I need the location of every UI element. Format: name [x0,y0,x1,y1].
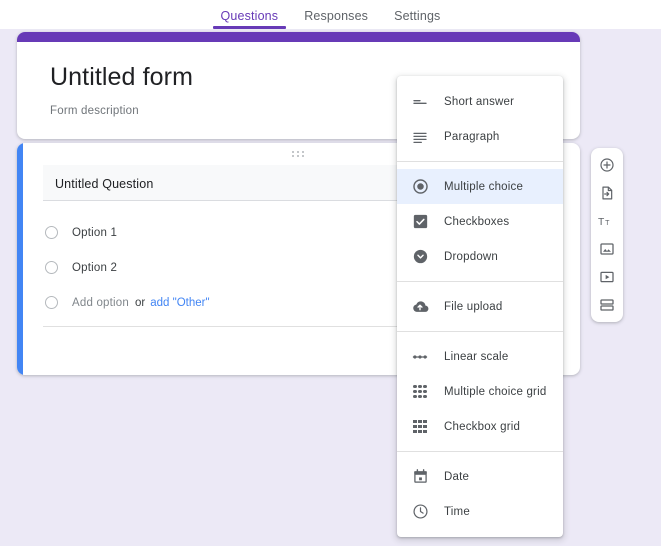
radio-button-icon [45,296,58,309]
menu-separator [397,281,563,282]
cloud-upload-icon [409,296,431,318]
tab-responses-label: Responses [304,9,368,23]
menu-item-label: Dropdown [444,251,498,263]
radio-button-icon [45,261,58,274]
menu-item-label: Short answer [444,96,514,108]
import-questions-icon[interactable] [594,182,620,204]
menu-separator [397,451,563,452]
clock-icon [409,501,431,523]
menu-item-file-upload[interactable]: File upload [397,289,563,324]
menu-separator [397,161,563,162]
option-label[interactable]: Option 2 [72,262,117,274]
dropdown-icon [409,246,431,268]
tab-questions-label: Questions [221,9,279,23]
radio-button-icon [45,226,58,239]
checkbox-grid-icon [409,416,431,438]
tab-settings[interactable]: Settings [381,0,453,29]
linear-scale-icon [409,346,431,368]
short-answer-icon [409,91,431,113]
radio-button-icon [409,176,431,198]
add-image-icon[interactable] [594,238,620,260]
question-card-accent [17,143,23,375]
menu-item-label: File upload [444,301,502,313]
menu-item-label: Time [444,506,470,518]
question-type-menu[interactable]: Short answer Paragraph Multiple choice [397,76,563,537]
tab-questions[interactable]: Questions [208,0,292,29]
forms-editor-page: Questions Responses Settings Untitled fo… [0,0,661,546]
calendar-icon [409,466,431,488]
menu-item-label: Paragraph [444,131,500,143]
radio-grid-icon [409,381,431,403]
menu-item-checkbox-grid[interactable]: Checkbox grid [397,409,563,444]
menu-item-paragraph[interactable]: Paragraph [397,119,563,154]
menu-item-time[interactable]: Time [397,494,563,529]
menu-item-short-answer[interactable]: Short answer [397,84,563,119]
add-video-icon[interactable] [594,266,620,288]
paragraph-icon [409,126,431,148]
tab-settings-label: Settings [394,9,440,23]
menu-separator [397,331,563,332]
menu-item-checkboxes[interactable]: Checkboxes [397,204,563,239]
editor-tabs: Questions Responses Settings [0,0,661,29]
checkbox-icon [409,211,431,233]
menu-item-date[interactable]: Date [397,459,563,494]
add-option-label[interactable]: Add option [72,297,129,309]
svg-text:T: T [605,220,610,227]
form-accent-strip [17,32,580,42]
add-section-icon[interactable] [594,294,620,316]
menu-item-multiple-choice-grid[interactable]: Multiple choice grid [397,374,563,409]
menu-item-label: Checkbox grid [444,421,520,433]
menu-item-label: Multiple choice [444,181,523,193]
svg-text:T: T [598,217,605,228]
option-label[interactable]: Option 1 [72,227,117,239]
tab-responses[interactable]: Responses [291,0,381,29]
add-circle-icon[interactable] [594,154,620,176]
add-option-or: or [135,297,145,309]
menu-item-label: Linear scale [444,351,508,363]
menu-item-multiple-choice[interactable]: Multiple choice [397,169,563,204]
drag-handle-dots [292,151,305,157]
menu-item-linear-scale[interactable]: Linear scale [397,339,563,374]
add-other-link[interactable]: add "Other" [150,297,209,309]
menu-item-dropdown[interactable]: Dropdown [397,239,563,274]
menu-item-label: Multiple choice grid [444,386,546,398]
side-toolbar: T T [591,148,623,322]
title-text-icon[interactable]: T T [594,210,620,232]
menu-item-label: Checkboxes [444,216,509,228]
menu-item-label: Date [444,471,469,483]
